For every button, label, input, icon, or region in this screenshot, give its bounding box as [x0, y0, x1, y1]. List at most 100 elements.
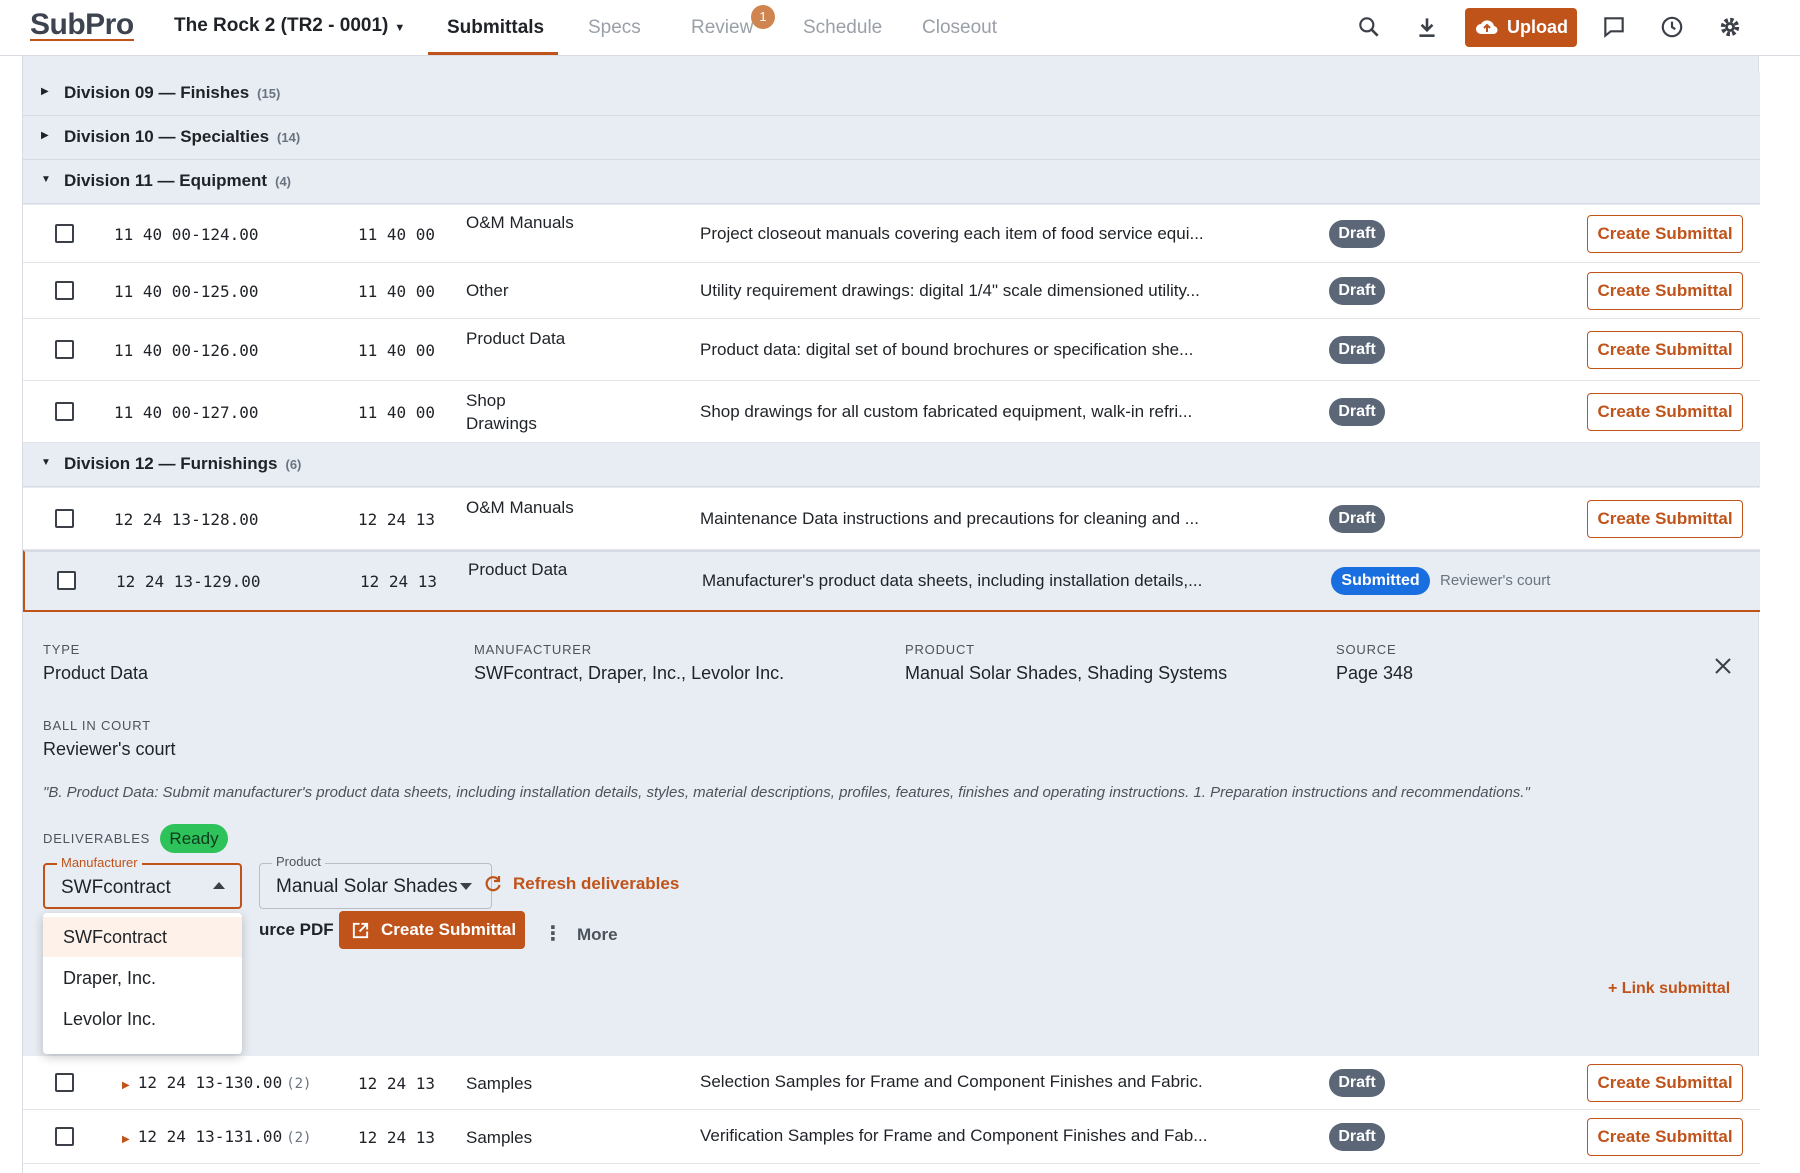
submittal-number: 12 24 13-130.00: [137, 1073, 283, 1092]
row-checkbox[interactable]: [55, 1073, 74, 1092]
row-checkbox[interactable]: [57, 571, 76, 590]
table-row[interactable]: 11 40 00-125.00 11 40 00 Other Utility r…: [23, 263, 1760, 319]
create-submittal-primary-button[interactable]: Create Submittal: [339, 911, 525, 949]
project-selector[interactable]: The Rock 2 (TR2 - 0001) ▼: [174, 15, 405, 37]
table-row-partial: [23, 1164, 1760, 1173]
deliverables-label: DELIVERABLES: [43, 831, 151, 846]
division-10-header[interactable]: ▶ Division 10 — Specialties (14): [23, 116, 1760, 160]
manufacturer-field-label: Manufacturer: [57, 855, 142, 870]
status-badge: Draft: [1329, 336, 1385, 364]
submittal-description: Manufacturer's product data sheets, incl…: [702, 571, 1203, 590]
row-checkbox[interactable]: [55, 509, 74, 528]
submittal-description: Selection Samples for Frame and Componen…: [700, 1072, 1203, 1091]
manufacturer-value: SWFcontract, Draper, Inc., Levolor Inc.: [474, 663, 785, 683]
row-checkbox[interactable]: [55, 402, 74, 421]
create-submittal-button[interactable]: Create Submittal: [1587, 500, 1743, 538]
division-count: (14): [277, 130, 301, 145]
table-row-selected[interactable]: 12 24 13-129.00 12 24 13 Product Data Ma…: [23, 550, 1760, 612]
chat-icon[interactable]: [1601, 14, 1629, 42]
expand-arrow-icon[interactable]: ▶: [122, 1134, 130, 1145]
refresh-deliverables-button[interactable]: Refresh deliverables: [485, 874, 680, 894]
sub-count: (2): [286, 1130, 312, 1146]
collapse-triangle-icon: ▼: [41, 457, 51, 468]
table-row[interactable]: 11 40 00-127.00 11 40 00 Shop Drawings S…: [23, 381, 1760, 443]
division-11-header[interactable]: ▼ Division 11 — Equipment (4): [23, 160, 1760, 204]
search-icon[interactable]: [1356, 14, 1384, 42]
view-source-pdf-button[interactable]: urce PDF: [231, 911, 356, 949]
submittal-description: Maintenance Data instructions and precau…: [700, 509, 1199, 528]
tab-submittals[interactable]: Submittals: [447, 0, 544, 56]
tab-schedule[interactable]: Schedule: [803, 0, 882, 56]
division-count: (4): [275, 174, 291, 189]
row-checkbox[interactable]: [55, 340, 74, 359]
create-submittal-button[interactable]: Create Submittal: [1587, 1064, 1743, 1102]
submittal-description: Project closeout manuals covering each i…: [700, 224, 1204, 243]
submittal-type: Samples: [466, 1128, 533, 1147]
submittal-type: Other: [466, 281, 509, 300]
table-row[interactable]: 11 40 00-126.00 11 40 00 Product Data Pr…: [23, 319, 1760, 381]
spec-section: 11 40 00: [358, 341, 436, 360]
table-row[interactable]: 12 24 13-128.00 12 24 13 O&M Manuals Mai…: [23, 488, 1760, 550]
row-checkbox[interactable]: [55, 281, 74, 300]
product-label: PRODUCT: [905, 642, 975, 657]
menu-option-draper[interactable]: Draper, Inc.: [43, 958, 242, 998]
submittal-type: O&M Manuals: [466, 213, 574, 232]
create-submittal-button[interactable]: Create Submittal: [1587, 331, 1743, 369]
app-logo[interactable]: SubPro: [30, 8, 134, 42]
more-vertical-icon: ⋮: [543, 923, 563, 945]
submittal-description: Product data: digital set of bound broch…: [700, 340, 1194, 359]
link-submittal-button[interactable]: + Link submittal: [1608, 980, 1730, 998]
division-09-header[interactable]: ▶ Division 09 — Finishes (15): [23, 72, 1760, 116]
product-select[interactable]: Product Manual Solar Shades: [259, 854, 492, 909]
status-badge: Draft: [1329, 398, 1385, 426]
spec-excerpt: "B. Product Data: Submit manufacturer's …: [43, 784, 1530, 801]
table-row[interactable]: ▶ 12 24 13-130.00 (2) 12 24 13 Samples Sel…: [23, 1056, 1760, 1110]
refresh-label: Refresh deliverables: [513, 874, 680, 893]
row-checkbox[interactable]: [55, 224, 74, 243]
spec-section: 11 40 00: [358, 282, 436, 301]
spec-section: 12 24 13: [358, 1074, 436, 1093]
submittal-number: 11 40 00-127.00: [114, 403, 259, 422]
row-checkbox[interactable]: [55, 1127, 74, 1146]
submittal-type: O&M Manuals: [466, 498, 574, 517]
more-label: More: [577, 925, 618, 944]
submittal-description: Shop drawings for all custom fabricated …: [700, 402, 1193, 421]
menu-option-levolor[interactable]: Levolor Inc.: [43, 999, 242, 1039]
product-value: Manual Solar Shades, Shading Systems: [905, 663, 1228, 683]
create-submittal-button[interactable]: Create Submittal: [1587, 1118, 1743, 1156]
create-submittal-button[interactable]: Create Submittal: [1587, 215, 1743, 253]
type-value: Product Data: [43, 663, 149, 683]
more-button[interactable]: ⋮ More: [543, 921, 618, 946]
expand-arrow-icon[interactable]: ▶: [122, 1080, 130, 1091]
history-clock-icon[interactable]: [1659, 14, 1687, 42]
close-icon[interactable]: [1713, 656, 1733, 676]
create-submittal-button[interactable]: Create Submittal: [1587, 393, 1743, 431]
logo-text: SubPro: [30, 8, 134, 41]
tab-review[interactable]: Review: [691, 0, 753, 56]
create-submittal-button[interactable]: Create Submittal: [1587, 272, 1743, 310]
table-row[interactable]: 11 40 00-124.00 11 40 00 O&M Manuals Pro…: [23, 205, 1760, 263]
chevron-down-icon: [460, 883, 472, 890]
source-label: SOURCE: [1336, 642, 1397, 657]
division-12-header[interactable]: ▼ Division 12 — Furnishings (6): [23, 443, 1760, 487]
chevron-up-icon: [213, 882, 225, 889]
menu-option-swfcontract[interactable]: SWFcontract: [43, 917, 242, 957]
upload-button[interactable]: Upload: [1465, 8, 1577, 47]
ball-in-court-text: Reviewer's court: [1440, 572, 1551, 589]
manufacturer-select[interactable]: Manufacturer SWFcontract: [43, 855, 242, 909]
division-title: Division 09 — Finishes: [64, 83, 250, 102]
spec-section: 12 24 13: [358, 1128, 436, 1147]
division-title: Division 11 — Equipment: [64, 171, 268, 190]
table-row[interactable]: ▶ 12 24 13-131.00 (2) 12 24 13 Samples Ver…: [23, 1110, 1760, 1164]
source-value[interactable]: Page 348: [1336, 663, 1413, 684]
spec-section: 12 24 13: [358, 510, 436, 529]
download-icon[interactable]: [1414, 14, 1442, 42]
status-badge: Draft: [1329, 1069, 1385, 1097]
tab-specs[interactable]: Specs: [588, 0, 641, 56]
settings-gear-icon[interactable]: [1717, 14, 1745, 42]
tab-closeout[interactable]: Closeout: [922, 0, 997, 56]
submittal-type: Shop Drawings: [466, 391, 537, 433]
division-count: (15): [257, 86, 281, 101]
status-badge: Draft: [1329, 277, 1385, 305]
manufacturer-label: MANUFACTURER: [474, 642, 592, 657]
